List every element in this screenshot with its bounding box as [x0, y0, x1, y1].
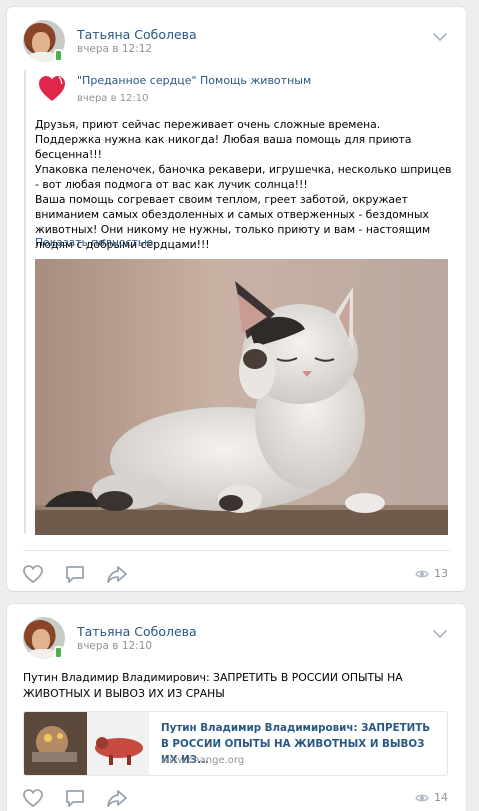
views-count: 13 — [434, 567, 448, 580]
post-card: Татьяна Соболева вчера в 12:12 "Преданно… — [7, 7, 466, 591]
chevron-down-icon[interactable] — [432, 629, 448, 639]
mobile-online-icon — [54, 49, 63, 62]
post-text: Друзья, приют сейчас переживает очень сл… — [35, 118, 452, 251]
post-footer-divider — [23, 550, 450, 551]
link-thumbnail[interactable] — [24, 712, 149, 775]
post-actions: 13 — [7, 563, 466, 587]
share-arrow-icon[interactable] — [106, 563, 128, 585]
post-photo-cat[interactable] — [35, 259, 448, 535]
post-text: Путин Владимир Владимирович: ЗАПРЕТИТЬ В… — [23, 671, 403, 700]
views-counter: 14 — [415, 791, 448, 804]
show-more-link[interactable]: Показать полностью… — [35, 236, 164, 249]
heart-outline-icon[interactable] — [22, 787, 44, 809]
comment-icon[interactable] — [64, 563, 86, 585]
link-domain: www.change.org — [161, 755, 245, 766]
post-time[interactable]: вчера в 12:10 — [77, 640, 152, 652]
views-counter: 13 — [415, 567, 448, 580]
repost-divider — [24, 70, 26, 533]
post-actions: 14 — [7, 787, 466, 811]
chevron-down-icon[interactable] — [432, 32, 448, 42]
share-arrow-icon[interactable] — [106, 787, 128, 809]
post-author-name[interactable]: Татьяна Соболева — [77, 624, 197, 639]
community-heart-logo-icon[interactable] — [37, 74, 67, 104]
post-card: Татьяна Соболева вчера в 12:10 Путин Вла… — [7, 604, 466, 811]
repost-author-name[interactable]: "Преданное сердце" Помощь животным — [77, 74, 311, 87]
eye-icon — [415, 794, 429, 801]
post-author-name[interactable]: Татьяна Соболева — [77, 27, 197, 42]
eye-icon — [415, 570, 429, 577]
repost-time[interactable]: вчера в 12:10 — [77, 93, 149, 104]
mobile-online-icon — [54, 646, 63, 659]
link-preview-card[interactable]: Путин Владимир Владимирович: ЗАПРЕТИТЬ В… — [23, 711, 448, 776]
post-time[interactable]: вчера в 12:12 — [77, 43, 152, 55]
heart-outline-icon[interactable] — [22, 563, 44, 585]
views-count: 14 — [434, 791, 448, 804]
comment-icon[interactable] — [64, 787, 86, 809]
